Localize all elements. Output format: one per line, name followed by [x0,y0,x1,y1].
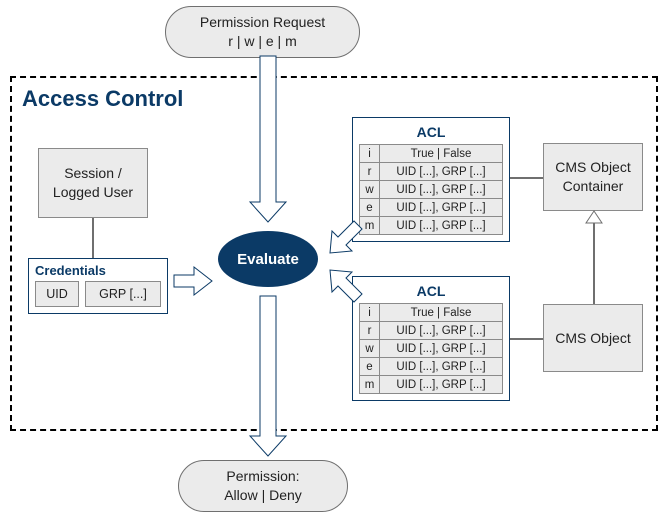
generalization-arrow-icon [584,211,604,304]
table-row: iTrue | False [360,145,503,163]
session-box: Session / Logged User [38,148,148,218]
permission-result-pill: Permission: Allow | Deny [178,460,348,512]
acl-2-frame: ACL iTrue | False rUID [...], GRP [...] … [352,276,510,401]
acl-2-table: iTrue | False rUID [...], GRP [...] wUID… [359,303,503,394]
cms-object-container: CMS Object Container [543,143,643,211]
acl-1-frame: ACL iTrue | False rUID [...], GRP [...] … [352,117,510,242]
table-row: wUID [...], GRP [...] [360,340,503,358]
permission-request-flags: r | w | e | m [176,32,349,51]
cms-object: CMS Object [543,304,643,372]
permission-result-value: Allow | Deny [189,486,337,505]
table-row: rUID [...], GRP [...] [360,322,503,340]
connector-acl2-object [510,338,543,340]
credentials-title: Credentials [29,259,167,281]
table-row: iTrue | False [360,304,503,322]
arrow-down-2-icon [248,296,288,456]
acl-1-table: iTrue | False rUID [...], GRP [...] wUID… [359,144,503,235]
permission-result-title: Permission: [189,467,337,486]
arrow-down-icon [248,56,288,222]
table-row: rUID [...], GRP [...] [360,163,503,181]
access-control-title: Access Control [22,86,183,112]
table-row: wUID [...], GRP [...] [360,181,503,199]
connector-session-credentials [92,218,94,258]
table-row: eUID [...], GRP [...] [360,199,503,217]
acl-1-title: ACL [359,122,503,144]
table-row: mUID [...], GRP [...] [360,217,503,235]
credentials-uid: UID [35,281,79,307]
arrow-up-left-icon [326,266,362,302]
permission-request-title: Permission Request [176,13,349,32]
credentials-grp: GRP [...] [85,281,161,307]
credentials-frame: Credentials UID GRP [...] [28,258,168,314]
arrow-down-left-icon [326,221,362,257]
evaluate-node: Evaluate [218,231,318,287]
connector-acl1-container [510,177,543,179]
acl-2-title: ACL [359,281,503,303]
table-row: mUID [...], GRP [...] [360,376,503,394]
table-row: eUID [...], GRP [...] [360,358,503,376]
arrow-right-icon [174,265,212,297]
permission-request-pill: Permission Request r | w | e | m [165,6,360,58]
